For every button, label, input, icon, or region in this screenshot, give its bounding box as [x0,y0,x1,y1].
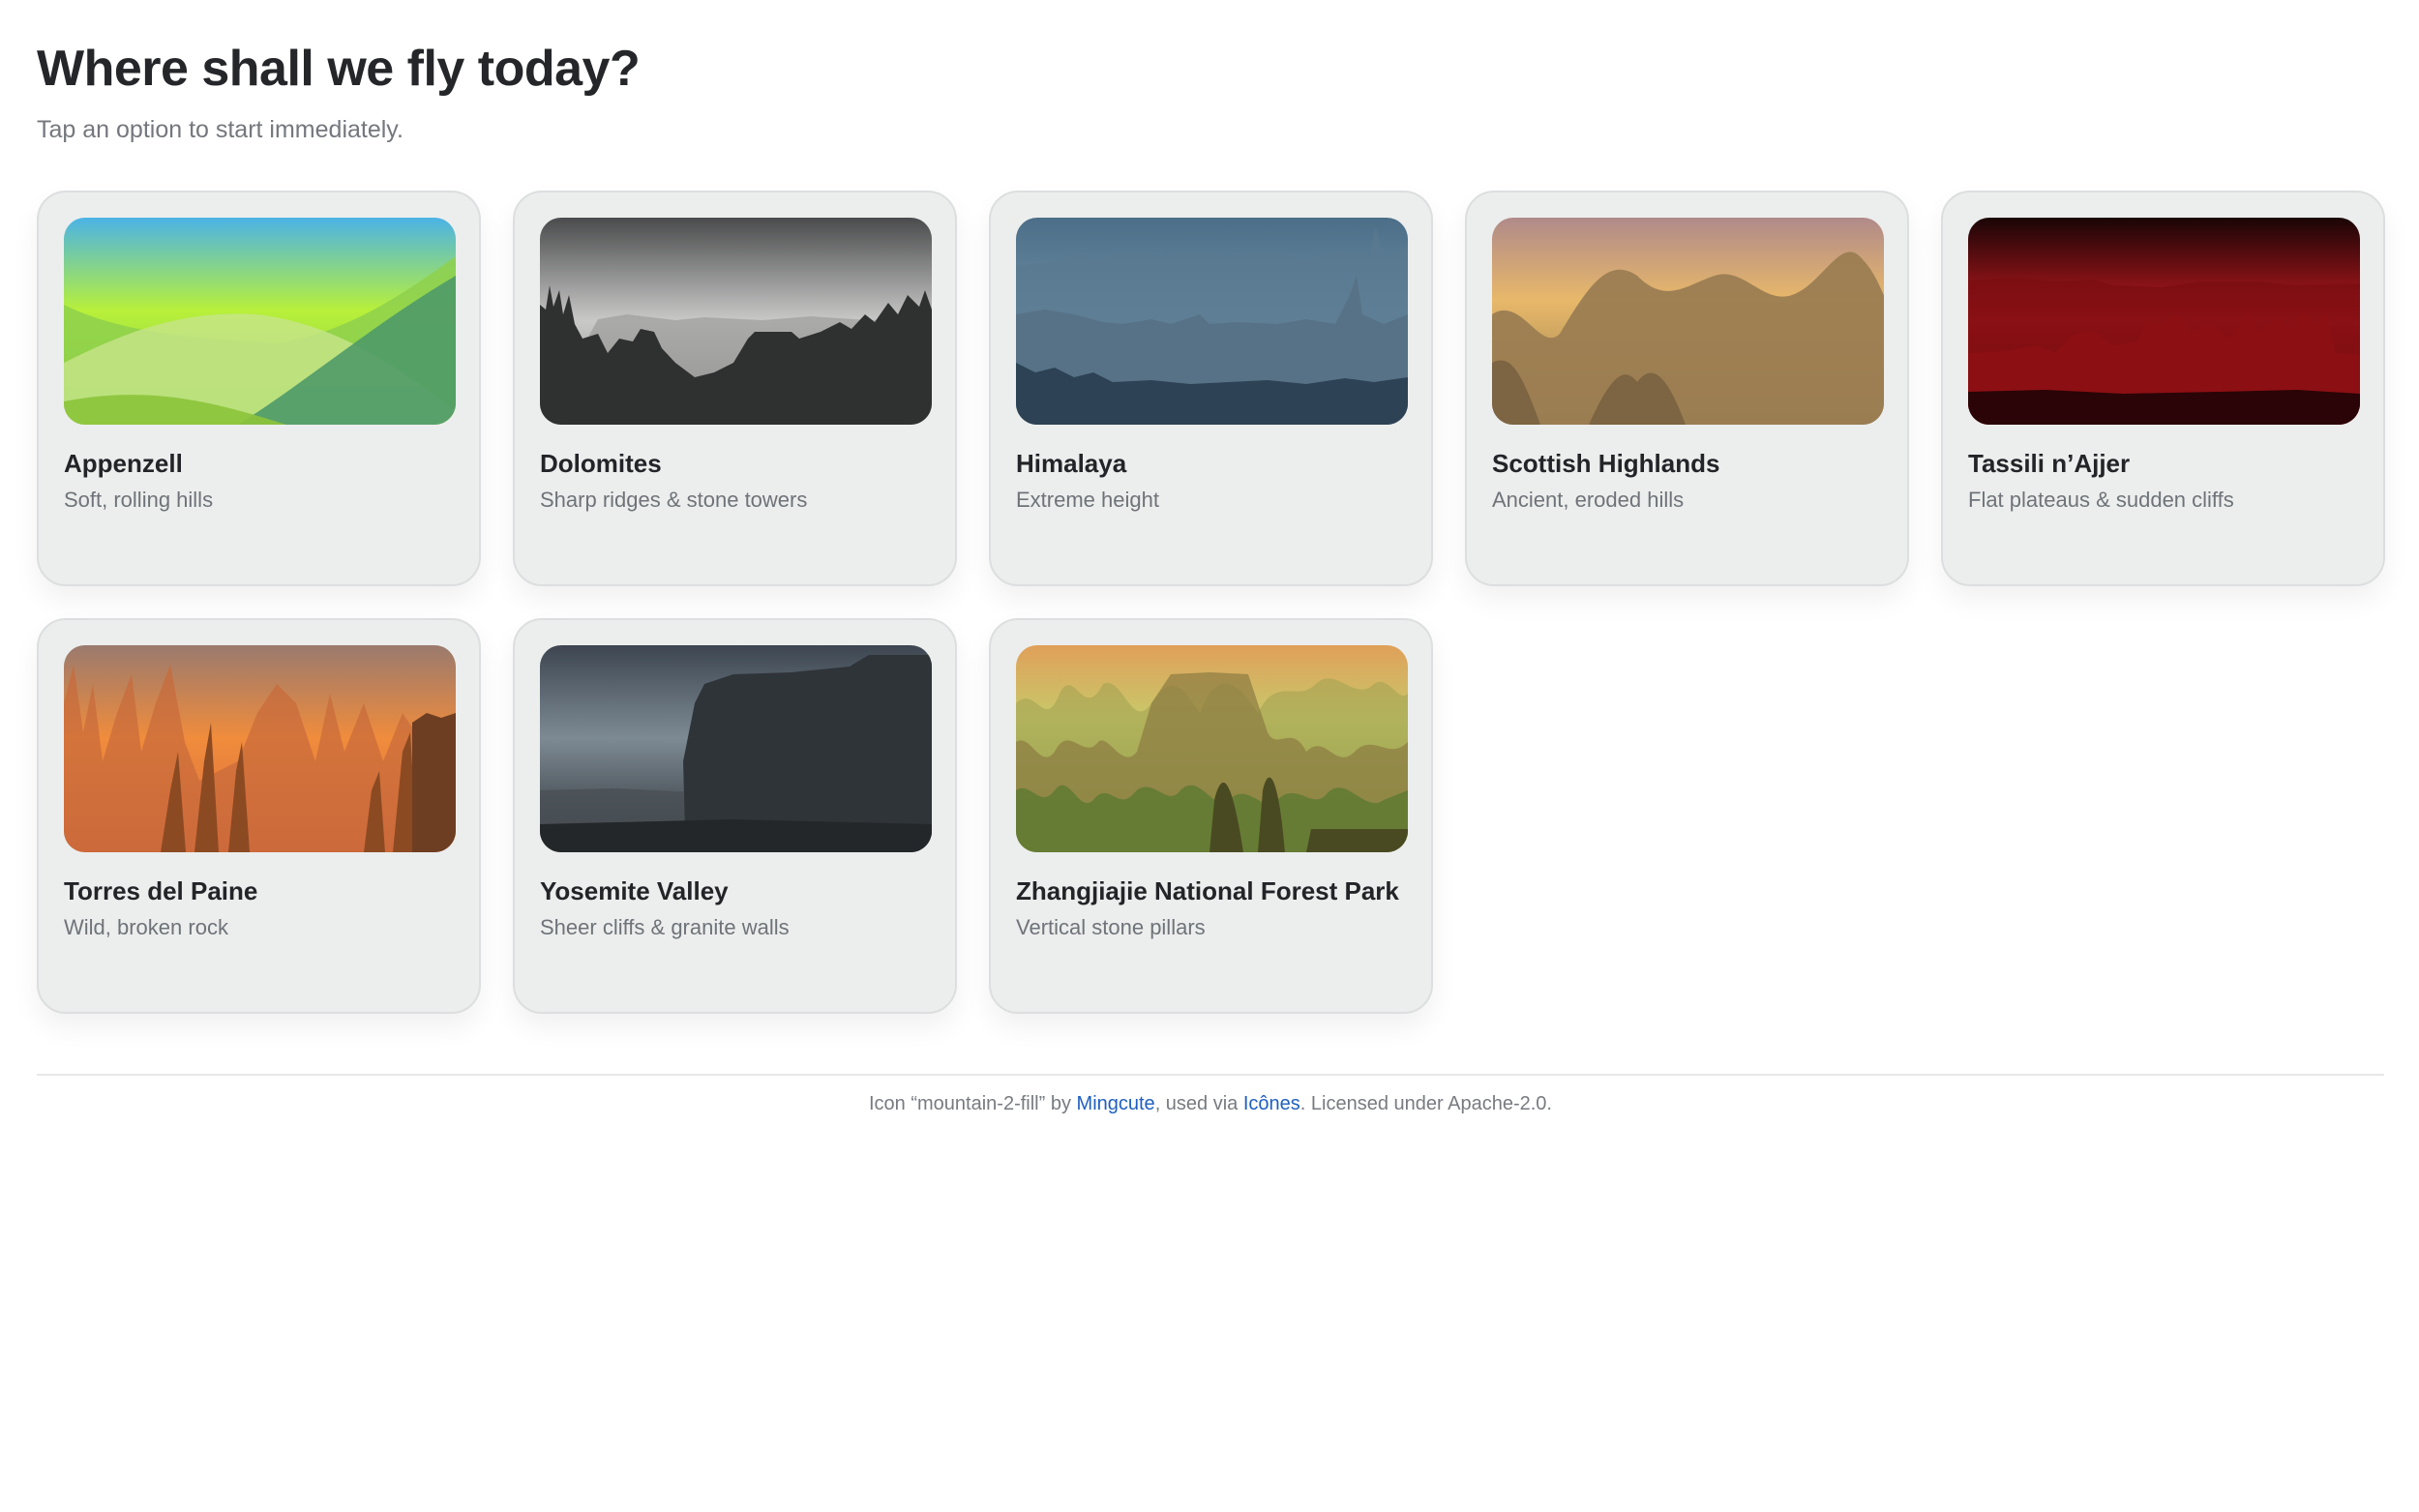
destination-description: Extreme height [1016,488,1159,512]
destination-name: Dolomites [540,449,662,478]
page-subtitle: Tap an option to start immediately. [37,116,403,143]
landscape-image [540,218,932,425]
destination-description: Ancient, eroded hills [1492,488,1685,512]
destination-description: Vertical stone pillars [1016,915,1206,939]
landscape-image [1492,218,1884,425]
landscape-image [1968,218,2360,425]
destination-card-tassili-najjer[interactable]: Tassili n’Ajjer Flat plateaus & sudden c… [1941,191,2385,586]
attribution-footer: Icon “mountain-2-fill” by Mingcute, used… [37,1091,2384,1116]
destination-name: Tassili n’Ajjer [1968,449,2131,478]
destination-card-torres-del-paine[interactable]: Torres del Paine Wild, broken rock [37,618,481,1014]
attribution-middle: , used via [1154,1093,1243,1114]
destination-name: Appenzell [64,449,183,478]
destination-card-appenzell[interactable]: Appenzell Soft, rolling hills [37,191,481,586]
destination-name: Scottish Highlands [1492,449,1720,478]
landscape-image [1016,645,1408,852]
destination-description: Flat plateaus & sudden cliffs [1968,488,2234,512]
landscape-image [540,645,932,852]
page-title: Where shall we fly today? [37,41,641,97]
destination-card-himalaya[interactable]: Himalaya Extreme height [989,191,1433,586]
landscape-image [64,218,456,425]
destination-name: Himalaya [1016,449,1127,478]
destination-description: Sheer cliffs & granite walls [540,915,790,939]
destination-description: Sharp ridges & stone towers [540,488,808,512]
destination-name: Zhangjiajie National Forest Park [1016,876,1399,905]
landscape-image [1016,218,1408,425]
destination-card-dolomites[interactable]: Dolomites Sharp ridges & stone towers [513,191,957,586]
destination-description: Wild, broken rock [64,915,228,939]
author-link[interactable]: Mingcute [1077,1093,1155,1114]
source-link[interactable]: Icônes [1243,1093,1300,1114]
destination-description: Soft, rolling hills [64,488,214,512]
page: Where shall we fly today? Tap an option … [0,0,2419,1512]
landscape-image [64,645,456,852]
destination-name: Torres del Paine [64,876,258,905]
attribution-prefix: Icon “mountain-2-fill” by [869,1093,1077,1114]
destination-card-scottish-highlands[interactable]: Scottish Highlands Ancient, eroded hills [1465,191,1909,586]
destination-card-yosemite-valley[interactable]: Yosemite Valley Sheer cliffs & granite w… [513,618,957,1014]
destination-grid: Appenzell Soft, rolling hills Dolomites … [37,191,2385,1014]
attribution-suffix: . Licensed under Apache-2.0. [1299,1093,1552,1114]
footer-divider [37,1074,2384,1076]
destination-card-zhangjiajie[interactable]: Zhangjiajie National Forest Park Vertica… [989,618,1433,1014]
destination-name: Yosemite Valley [540,876,729,905]
